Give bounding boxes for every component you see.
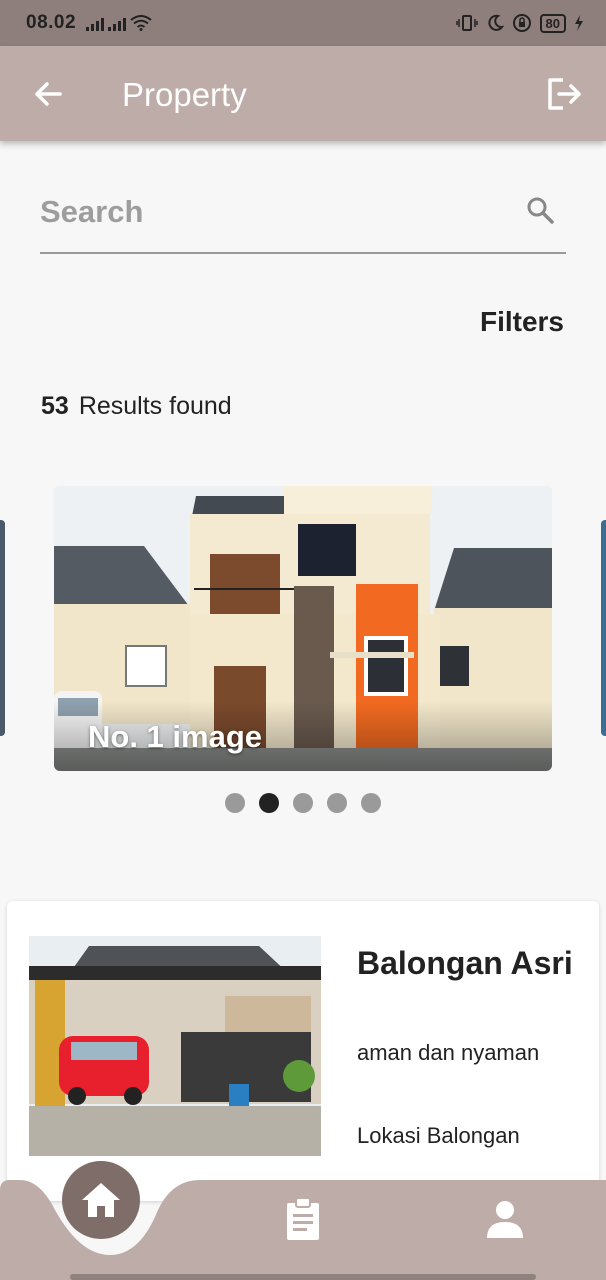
carousel-dot[interactable] <box>327 793 347 813</box>
carousel-dot[interactable] <box>361 793 381 813</box>
carousel-prev-peek[interactable] <box>0 520 5 736</box>
page-title: Property <box>122 76 247 113</box>
signal-icon <box>86 18 105 31</box>
status-bar: 08.02 80 <box>0 0 606 46</box>
moon-icon <box>487 14 504 31</box>
carousel-dot-active[interactable] <box>259 793 279 813</box>
results-count: 53 <box>41 392 69 420</box>
carousel-indicator <box>225 793 381 813</box>
results-summary: 53 Results found <box>41 392 232 421</box>
gesture-bar <box>70 1274 536 1280</box>
status-right-icons: 80 <box>455 13 584 33</box>
battery-indicator: 80 <box>539 13 566 33</box>
search-input[interactable] <box>40 190 510 234</box>
carousel-next-peek[interactable] <box>601 520 606 736</box>
property-name: Balongan Asri <box>357 945 573 981</box>
charging-icon <box>575 15 583 31</box>
wifi-icon <box>130 15 152 31</box>
results-label: Results found <box>78 392 232 420</box>
status-time: 08.02 <box>26 12 77 33</box>
vibrate-icon <box>455 15 478 31</box>
carousel-dot[interactable] <box>225 793 245 813</box>
search-icon[interactable] <box>526 196 554 224</box>
property-description: aman dan nyaman <box>357 1040 540 1065</box>
search-field <box>40 180 566 254</box>
home-icon <box>82 1183 120 1217</box>
person-icon[interactable] <box>484 1198 526 1240</box>
property-card[interactable]: Balongan Asri aman dan nyaman Lokasi Bal… <box>7 901 599 1201</box>
signal-icon <box>108 18 127 31</box>
signal-icons <box>86 15 152 31</box>
nav-home-button[interactable] <box>62 1161 140 1239</box>
carousel-dot[interactable] <box>293 793 313 813</box>
logout-icon[interactable] <box>546 76 582 112</box>
carousel-slide[interactable]: No. 1 image <box>54 486 552 771</box>
carousel-caption: No. 1 image <box>88 719 262 754</box>
lock-rotation-icon <box>512 14 531 32</box>
filters-button[interactable]: Filters <box>480 306 564 338</box>
arrow-back-icon[interactable] <box>30 76 66 112</box>
property-location: Lokasi Balongan <box>357 1123 520 1148</box>
app-bar: Property <box>0 46 606 141</box>
clipboard-icon[interactable] <box>280 1196 326 1242</box>
property-image <box>29 936 321 1156</box>
